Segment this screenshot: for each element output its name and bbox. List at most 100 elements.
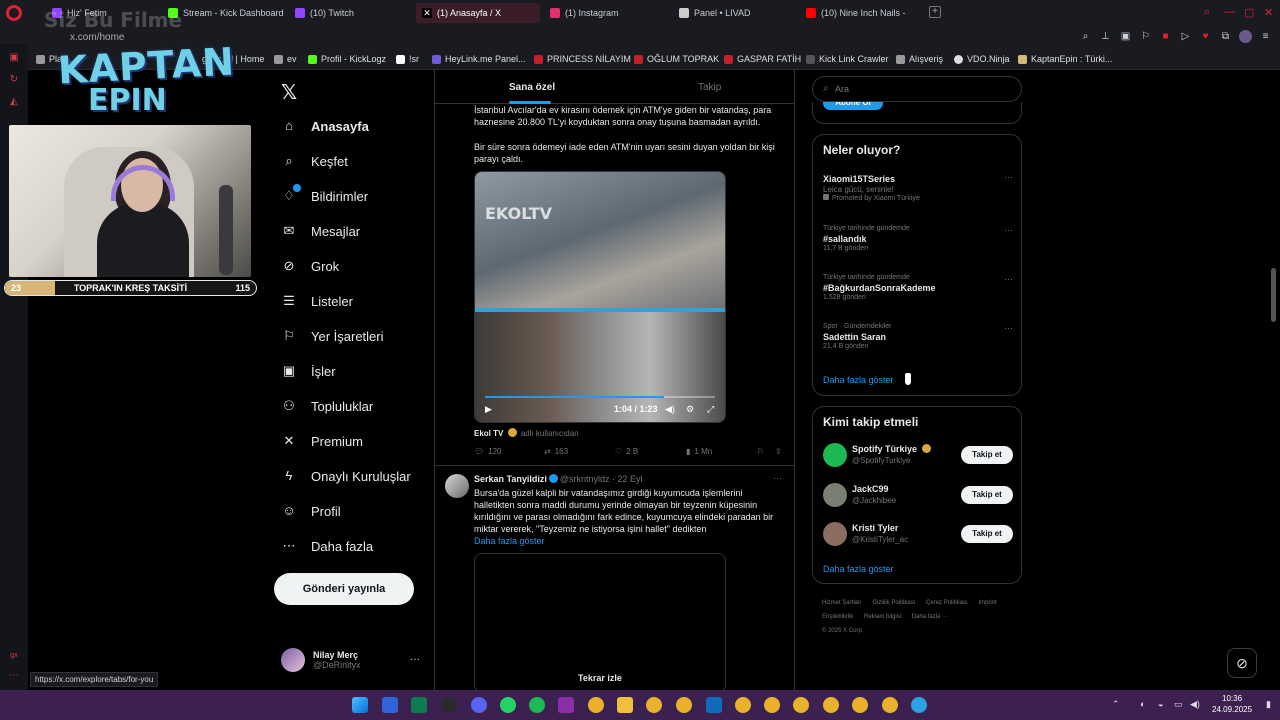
chrome-icon[interactable]	[823, 697, 839, 713]
who-show-more[interactable]: Daha fazla göster	[823, 564, 894, 574]
nav-verified-orgs[interactable]: ϟ Onaylı Kuruluşlar	[281, 468, 411, 484]
footer-link[interactable]: Hizmet Şartları	[822, 600, 862, 606]
x-logo-icon[interactable]: 𝕏	[281, 80, 297, 104]
tray-chevron-icon[interactable]: ⌃	[1112, 699, 1120, 710]
bookmark-item[interactable]: !sr	[396, 54, 419, 64]
views-button[interactable]: ▮ 1 Mn	[686, 447, 712, 456]
bookmark-item[interactable]: HeyLink.me Panel...	[432, 54, 526, 64]
video-source[interactable]: Ekol TV adlı kullanıcıdan	[474, 428, 579, 438]
nav-jobs[interactable]: ▣ İşler	[281, 363, 336, 379]
follow-button[interactable]: Takip et	[961, 446, 1013, 464]
telegram-icon[interactable]	[911, 697, 927, 713]
chrome-icon[interactable]	[764, 697, 780, 713]
pin-icon[interactable]: ⊥	[1099, 30, 1112, 43]
post-button[interactable]: Gönderi yayınla	[274, 573, 414, 605]
footer-link[interactable]: Daha fazla ···	[912, 614, 948, 620]
grok-fab-icon[interactable]: ⊘	[1227, 648, 1257, 678]
trend-item[interactable]: Türkiye tarihinde gündemde #BağkurdanSon…	[823, 274, 1013, 301]
spotify-icon[interactable]	[529, 697, 545, 713]
nav-communities[interactable]: ⚇ Topluluklar	[281, 398, 373, 414]
trend-more-icon[interactable]: ···	[1004, 274, 1013, 284]
nav-notifications[interactable]: ♢ Bildirimler	[281, 184, 368, 204]
trends-show-more[interactable]: Daha fazla göster	[823, 375, 894, 385]
tweet-author[interactable]: Serkan Tanyildizi @srkntnyldz · 22 Eyl	[474, 474, 643, 484]
tab-3[interactable]: (10) Twitch	[295, 3, 405, 23]
bookmark-item[interactable]: OĞLUM TOPRAK	[634, 54, 719, 64]
footer-link[interactable]: Erişilebilirlik	[822, 614, 853, 620]
trend-more-icon[interactable]: ···	[1004, 172, 1013, 182]
tab-5[interactable]: (1) Instagram	[550, 3, 668, 23]
sidebar-history-icon[interactable]: ↻	[8, 74, 20, 86]
shield-icon[interactable]: ■	[1159, 30, 1172, 43]
fullscreen-icon[interactable]: ⤢	[707, 404, 714, 415]
tray-app-icon[interactable]: ◒	[1158, 699, 1163, 709]
sidebar-wallet-icon[interactable]: ◭	[8, 96, 20, 108]
taskbar-app-icon[interactable]	[558, 697, 574, 713]
nav-lists[interactable]: ☰ Listeler	[281, 293, 353, 309]
obs-icon[interactable]	[441, 697, 457, 713]
bookmark-item[interactable]: GASPAR FATİH	[724, 54, 801, 64]
snapshot-icon[interactable]: ▣	[1119, 30, 1132, 43]
nav-grok[interactable]: ⊘ Grok	[281, 258, 340, 274]
nav-bookmarks[interactable]: ⚐ Yer İşaretleri	[281, 328, 383, 344]
tab-following[interactable]: Takip	[698, 82, 721, 93]
search-input[interactable]	[835, 82, 1015, 96]
trend-more-icon[interactable]: ···	[1004, 323, 1013, 333]
follow-button[interactable]: Takip et	[961, 486, 1013, 504]
nav-messages[interactable]: ✉ Mesajlar	[281, 223, 361, 239]
footer-link[interactable]: Gizlilik Politikası	[872, 600, 915, 606]
bookmark-item[interactable]: KaptanEpin : Türki...	[1018, 54, 1112, 64]
discord-icon[interactable]	[471, 697, 487, 713]
bookmark-item[interactable]: Kick Link Crawler	[806, 54, 889, 64]
repost-button[interactable]: ⇄ 163	[544, 447, 568, 456]
url-field[interactable]: x.com/home	[70, 32, 124, 43]
maximize-icon[interactable]: ▢	[1244, 6, 1254, 19]
sidebar-more-icon[interactable]: ⋯	[8, 670, 20, 682]
footer-link[interactable]: Çerez Politikası	[926, 600, 968, 606]
chrome-icon[interactable]	[588, 697, 604, 713]
tab-2[interactable]: Stream - Kick Dashboard	[168, 3, 286, 23]
bookmark-item[interactable]: VDO.Ninja	[954, 54, 1010, 64]
minimize-icon[interactable]: —	[1224, 6, 1235, 18]
search-box[interactable]: ⌕	[812, 76, 1022, 102]
trend-item[interactable]: Spor · Gündemdekiler Sadettin Saran 21,4…	[823, 323, 1013, 350]
reply-button[interactable]: 💬︎ 120	[474, 447, 502, 456]
heart-icon[interactable]: ♥	[1199, 30, 1212, 43]
new-tab-button[interactable]: +	[929, 6, 941, 18]
follow-suggestion[interactable]: JackC99 @Jackhibee Takip et	[823, 483, 1013, 509]
search-tabs-icon[interactable]: ⌕	[1204, 6, 1210, 19]
bookmark-item[interactable]: PRINCESS NİLAYIM	[534, 54, 631, 64]
nav-profile[interactable]: ☺ Profil	[281, 503, 340, 519]
follow-button[interactable]: Takip et	[961, 525, 1013, 543]
tab-7[interactable]: (10) Nine Inch Nails -	[806, 3, 922, 23]
file-explorer-icon[interactable]	[617, 697, 633, 713]
trend-item[interactable]: Türkiye tarihinde gündemde #sallandık 11…	[823, 225, 1013, 252]
bookmark-item[interactable]: Alışveriş	[896, 54, 943, 64]
menu-icon[interactable]: ≡	[1259, 30, 1272, 43]
network-icon[interactable]: ▭	[1174, 699, 1183, 710]
windows-start-icon[interactable]	[352, 697, 368, 713]
volume-icon[interactable]: ◀)	[665, 404, 675, 415]
avatar[interactable]	[445, 474, 469, 498]
bookmark-tweet-button[interactable]: ⚐	[757, 447, 764, 456]
chrome-icon[interactable]	[676, 697, 692, 713]
close-icon[interactable]: ✕	[1264, 6, 1273, 19]
trend-item[interactable]: Xiaomi15TSeries Leica gücü, seninle! Pro…	[823, 172, 1013, 202]
account-more-icon[interactable]: ···	[410, 654, 420, 665]
whatsapp-icon[interactable]	[500, 697, 516, 713]
chrome-icon[interactable]	[793, 697, 809, 713]
scrollbar-thumb[interactable]	[1271, 268, 1276, 322]
follow-suggestion[interactable]: Kristi Tyler @KristiTyler_ac Takip et	[823, 522, 1013, 548]
nav-more[interactable]: ⋯ Daha fazla	[281, 538, 374, 554]
bookmark-item[interactable]: ev	[274, 54, 297, 64]
nav-premium[interactable]: ✕ Premium	[281, 433, 363, 449]
chrome-icon[interactable]	[735, 697, 751, 713]
bookmark-icon[interactable]: ⚐	[1139, 30, 1152, 43]
tweet-video-2[interactable]	[474, 553, 726, 690]
taskbar-app-icon[interactable]	[382, 697, 398, 713]
tray-app-icon[interactable]: ◐	[1140, 699, 1145, 709]
account-switcher[interactable]: Nilay Merç @DeRinityx	[281, 648, 361, 672]
tweet-more-icon[interactable]: ···	[773, 473, 782, 483]
zoom-icon[interactable]: ⌕	[1079, 30, 1092, 43]
follow-suggestion[interactable]: Spotify Türkiye @SpotifyTurkiye Takip et	[823, 443, 1013, 469]
